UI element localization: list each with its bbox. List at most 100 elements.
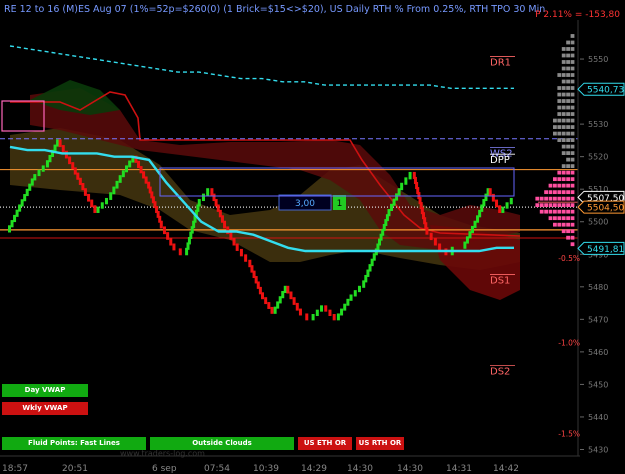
profile-cell [557, 105, 562, 110]
bullish-brick [404, 177, 408, 185]
bearish-brick [58, 139, 62, 148]
y-tick-label: 5480 [588, 283, 608, 292]
profile-cell [561, 112, 566, 116]
profile-cell [561, 190, 566, 195]
bullish-brick [349, 294, 353, 301]
annotation-count: 1 [337, 199, 343, 209]
bearish-brick [83, 188, 87, 196]
bullish-brick [505, 202, 509, 209]
profile-cell [566, 105, 570, 110]
bullish-brick [112, 186, 116, 195]
bearish-brick [93, 205, 97, 213]
profile-cell [566, 229, 570, 234]
profile-cell [561, 79, 566, 84]
bearish-brick [172, 243, 176, 251]
profile-cell [570, 118, 575, 123]
bullish-brick [509, 197, 513, 205]
profile-cell [570, 53, 575, 58]
profile-cell [570, 60, 575, 64]
profile-cell [570, 151, 575, 156]
profile-cell [570, 99, 575, 103]
us-rth-or-button[interactable]: US RTH OR [356, 437, 404, 450]
profile-cell [570, 183, 575, 188]
profile-cell [561, 66, 566, 71]
profile-cell [557, 209, 562, 214]
bearish-brick [169, 237, 173, 246]
bearish-brick [232, 237, 236, 246]
profile-cell [566, 170, 570, 175]
wkly-vwap-button[interactable]: Wkly VWAP [2, 402, 88, 415]
profile-cell [570, 229, 575, 234]
bearish-brick [61, 145, 65, 153]
bearish-brick [68, 156, 72, 165]
percent-label: -0.5% [558, 254, 580, 263]
pivot-label: DS1 [490, 276, 510, 287]
profile-cell [544, 196, 548, 201]
bullish-brick [206, 188, 210, 196]
profile-cell [570, 40, 575, 45]
profile-cell [566, 209, 570, 214]
profile-cell [570, 222, 575, 227]
profile-cell [561, 131, 566, 136]
profile-cell [557, 118, 562, 123]
profile-cell [566, 151, 570, 156]
profile-cell [566, 66, 570, 71]
bullish-brick [104, 197, 108, 205]
annotation-box[interactable]: 3,00 1 [278, 194, 346, 211]
percent-label: -1.0% [558, 338, 580, 347]
chart-title: RE 12 to 16 (M)ES Aug 07 (1%=52p=$260(0)… [4, 4, 545, 15]
bearish-brick [244, 254, 248, 262]
fluid-points-button[interactable]: Fluid Points: Fast Lines [2, 437, 146, 450]
bullish-brick [115, 180, 119, 189]
profile-cell [548, 203, 553, 208]
profile-cell [570, 105, 575, 110]
profile-cell [548, 216, 553, 221]
profile-cell [570, 177, 575, 182]
profile-cell [553, 177, 557, 182]
pnl-label: P 2.11% = -153,80 [535, 10, 620, 20]
x-tick-label: 14:42 [493, 464, 519, 474]
profile-cell [561, 138, 566, 142]
bullish-brick [128, 160, 132, 168]
profile-cell [570, 209, 575, 214]
profile-cell [570, 34, 575, 38]
profile-cell [570, 138, 575, 142]
bullish-brick [100, 202, 104, 209]
profile-cell [557, 222, 562, 227]
profile-cell [553, 209, 557, 214]
profile-cell [553, 125, 557, 129]
x-tick-label: 14:30 [397, 464, 423, 474]
profile-cell [566, 216, 570, 221]
outside-clouds-button[interactable]: Outside Clouds [150, 437, 294, 450]
profile-cell [570, 86, 575, 90]
profile-cell [561, 125, 566, 129]
profile-cell [557, 112, 562, 116]
profile-cell [570, 131, 575, 136]
bearish-brick [264, 297, 268, 305]
profile-cell [548, 196, 553, 201]
profile-cell [561, 229, 566, 234]
bullish-brick [336, 313, 340, 321]
profile-cell [557, 131, 562, 136]
bearish-brick [298, 308, 302, 316]
price-tag: 5491,81 [577, 241, 625, 255]
x-tick-label: 6 sep [152, 464, 177, 474]
bullish-brick [118, 175, 122, 183]
profile-cell [566, 177, 570, 182]
renko-chart[interactable]: 5430544054505460547054805490550055105520… [0, 0, 625, 474]
x-tick-label: 14:30 [347, 464, 373, 474]
us-eth-or-button[interactable]: US ETH OR [298, 437, 352, 450]
profile-cell [561, 222, 566, 227]
bullish-brick [315, 309, 319, 317]
profile-cell [561, 164, 566, 169]
y-tick-label: 5440 [588, 413, 608, 422]
profile-cell [570, 203, 575, 208]
profile-cell [548, 183, 553, 188]
profile-cell [570, 157, 575, 162]
day-vwap-button[interactable]: Day VWAP [2, 384, 88, 397]
bearish-brick [295, 302, 299, 311]
profile-cell [566, 183, 570, 188]
bullish-brick [501, 206, 505, 213]
x-tick-label: 20:51 [62, 464, 88, 474]
bullish-brick [201, 193, 205, 202]
